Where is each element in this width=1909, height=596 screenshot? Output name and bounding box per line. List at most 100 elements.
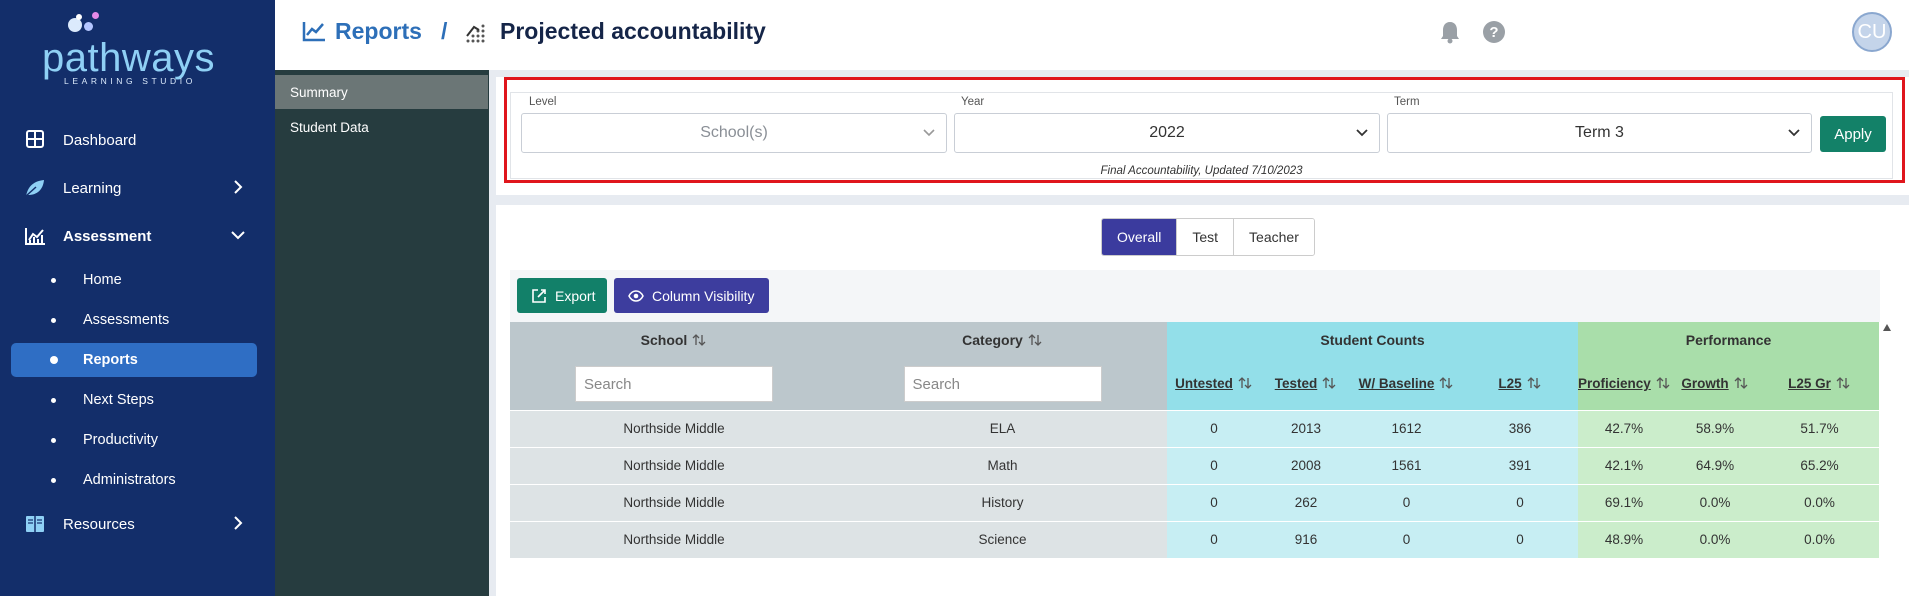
- column-header-category[interactable]: Category: [838, 322, 1167, 358]
- cell-untested: 0: [1167, 483, 1261, 521]
- cell-l25-growth: 0.0%: [1760, 520, 1880, 558]
- export-label: Export: [555, 287, 596, 304]
- sort-icon: [1734, 377, 1748, 390]
- sidebar-item-resources[interactable]: Resources: [0, 506, 275, 542]
- sidebar-subitem-label: Administrators: [83, 472, 176, 488]
- cell-category: Science: [838, 520, 1167, 558]
- export-button[interactable]: Export: [517, 278, 607, 313]
- sidebar-subitem-label: Reports: [83, 352, 138, 368]
- eye-icon: [628, 289, 644, 302]
- cell-category: History: [838, 483, 1167, 521]
- column-header-growth[interactable]: Growth: [1670, 358, 1761, 410]
- sidebar-subitem-assessments[interactable]: Assessments: [11, 303, 257, 337]
- cell-tested: 262: [1261, 483, 1351, 521]
- sidebar-subitem-label: Assessments: [83, 312, 170, 328]
- cell-proficiency: 48.9%: [1578, 520, 1671, 558]
- cell-growth: 58.9%: [1670, 409, 1761, 447]
- sidebar-item-label: Assessment: [63, 227, 152, 245]
- tab-test[interactable]: Test: [1176, 219, 1234, 255]
- cell-untested: 0: [1167, 446, 1261, 484]
- sort-icon: [1322, 377, 1336, 390]
- sidebar-item-label: Learning: [63, 179, 122, 197]
- sidebar-subitem-label: Next Steps: [83, 392, 154, 408]
- cell-l25-growth: 51.7%: [1760, 409, 1880, 447]
- tested-header-label: Tested: [1274, 376, 1318, 392]
- breadcrumb-reports-link[interactable]: Reports: [335, 18, 422, 45]
- l25-header-label: L25: [1498, 376, 1522, 392]
- column-header-proficiency[interactable]: Proficiency: [1578, 358, 1671, 410]
- table-row: Northside Middle Science 0 916 0 0 48.9%…: [510, 520, 1880, 558]
- column-header-untested[interactable]: Untested: [1167, 358, 1261, 410]
- breadcrumb-separator: /: [441, 18, 448, 44]
- subnav-item-summary[interactable]: Summary: [275, 75, 488, 109]
- tab-teacher[interactable]: Teacher: [1233, 219, 1314, 255]
- user-avatar[interactable]: CU: [1852, 12, 1892, 52]
- table-row: Northside Middle History 0 262 0 0 69.1%…: [510, 483, 1880, 521]
- pathways-logo[interactable]: pathways LEARNING STUDIO: [40, 10, 230, 86]
- sidebar-subitem-next-steps[interactable]: Next Steps: [11, 383, 257, 417]
- untested-header-label: Untested: [1175, 376, 1233, 392]
- report-subnav: Summary Student Data: [275, 70, 489, 596]
- category-header-label: Category: [962, 332, 1023, 348]
- column-header-l25-growth[interactable]: L25 Gr: [1760, 358, 1880, 410]
- main-sidebar: pathways LEARNING STUDIO Dashboard Learn…: [0, 0, 275, 596]
- sidebar-item-dashboard[interactable]: Dashboard: [0, 122, 275, 158]
- bullet-icon: [51, 318, 56, 323]
- sort-icon: [692, 334, 706, 346]
- sort-icon: [1836, 377, 1850, 390]
- highlight-box: [504, 77, 1905, 183]
- column-visibility-label: Column Visibility: [652, 287, 755, 304]
- chart-icon: [25, 228, 45, 245]
- subnav-item-student-data[interactable]: Student Data: [275, 110, 488, 144]
- baseline-header-label: W/ Baseline: [1358, 376, 1435, 392]
- school-search-input[interactable]: Search: [575, 365, 773, 402]
- school-search-cell: Search: [510, 358, 838, 410]
- cell-l25: 0: [1462, 520, 1579, 558]
- sidebar-subitem-productivity[interactable]: Productivity: [11, 423, 257, 457]
- sidebar-subitem-administrators[interactable]: Administrators: [11, 463, 257, 497]
- column-visibility-button[interactable]: Column Visibility: [614, 278, 769, 313]
- cell-l25-growth: 65.2%: [1760, 446, 1880, 484]
- cell-school: Northside Middle: [510, 446, 838, 484]
- help-icon[interactable]: ?: [1482, 20, 1506, 44]
- page-title: Projected accountability: [500, 18, 766, 44]
- sort-icon: [1527, 377, 1541, 390]
- scroll-up-arrow-icon[interactable]: [1882, 323, 1892, 333]
- column-header-school[interactable]: School: [510, 322, 838, 358]
- view-tab-group: Overall Test Teacher: [1101, 218, 1315, 256]
- column-header-tested[interactable]: Tested: [1261, 358, 1351, 410]
- column-header-l25[interactable]: L25: [1462, 358, 1579, 410]
- sidebar-item-assessment[interactable]: Assessment: [0, 218, 275, 254]
- group-header-performance: Performance: [1578, 322, 1880, 358]
- sidebar-subitem-label: Productivity: [83, 432, 158, 448]
- sidebar-subitem-home[interactable]: Home: [11, 263, 257, 297]
- sidebar-subitem-reports[interactable]: Reports: [11, 343, 257, 377]
- cell-growth: 0.0%: [1670, 483, 1761, 521]
- group-header-student-counts: Student Counts: [1167, 322, 1579, 358]
- leaf-icon: [25, 180, 44, 197]
- cell-baseline: 0: [1351, 520, 1462, 558]
- tab-overall[interactable]: Overall: [1102, 219, 1177, 255]
- chevron-right-icon: [234, 516, 243, 530]
- sidebar-item-learning[interactable]: Learning: [0, 170, 275, 206]
- category-search-cell: Search: [838, 358, 1167, 410]
- book-icon: [26, 516, 44, 532]
- cell-proficiency: 69.1%: [1578, 483, 1671, 521]
- cell-school: Northside Middle: [510, 483, 838, 521]
- sidebar-item-label: Dashboard: [63, 131, 137, 149]
- bullet-icon: [51, 398, 56, 403]
- l25-growth-header-label: L25 Gr: [1788, 376, 1831, 392]
- cell-school: Northside Middle: [510, 520, 838, 558]
- cell-school: Northside Middle: [510, 409, 838, 447]
- column-header-baseline[interactable]: W/ Baseline: [1351, 358, 1462, 410]
- category-search-input[interactable]: Search: [903, 365, 1102, 402]
- cell-l25: 391: [1462, 446, 1579, 484]
- bullet-icon: [51, 278, 56, 283]
- bell-icon[interactable]: [1439, 20, 1461, 44]
- sort-icon: [1028, 334, 1042, 346]
- external-link-icon: [532, 288, 546, 303]
- cell-untested: 0: [1167, 409, 1261, 447]
- cell-l25-growth: 0.0%: [1760, 483, 1880, 521]
- cell-growth: 64.9%: [1670, 446, 1761, 484]
- logo-tagline: LEARNING STUDIO: [64, 76, 196, 86]
